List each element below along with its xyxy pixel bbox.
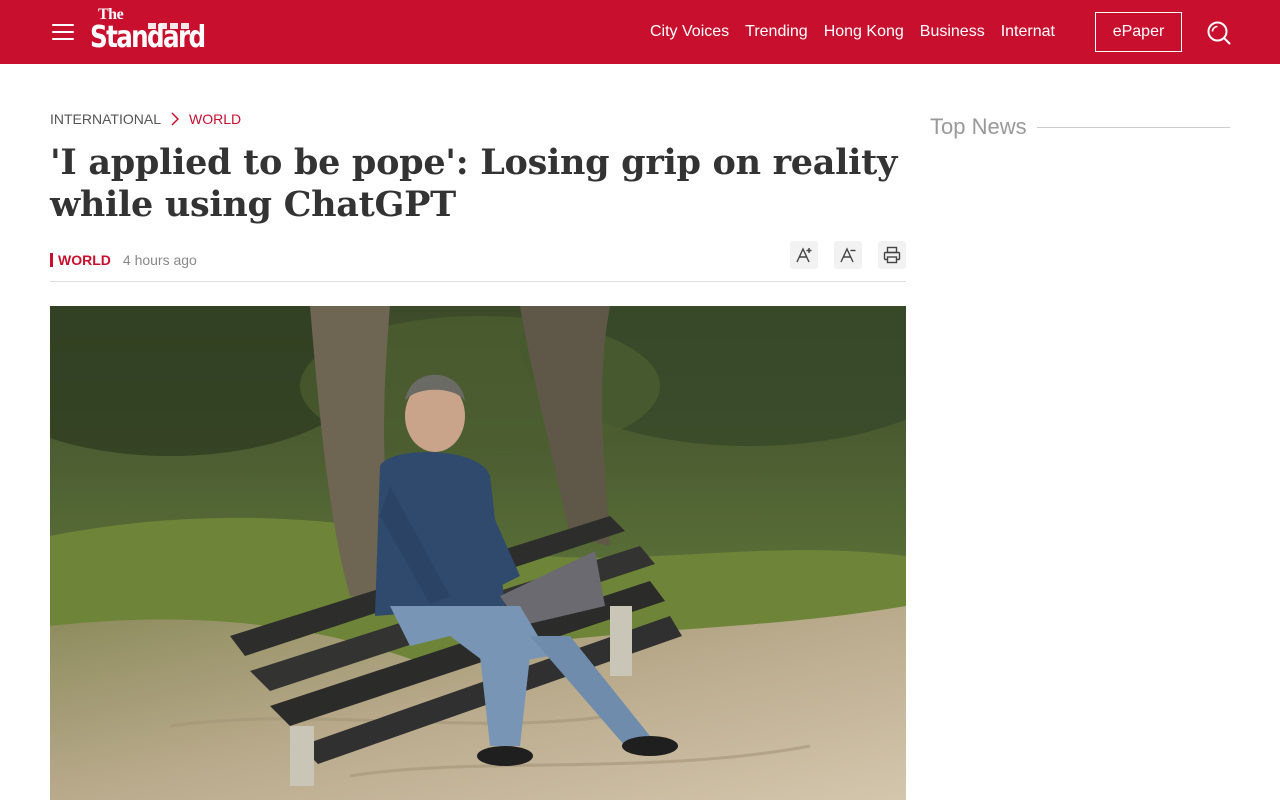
nav-item-trending[interactable]: Trending xyxy=(745,23,808,41)
nav-item-hong-kong[interactable]: Hong Kong xyxy=(824,23,904,41)
font-decrease-icon[interactable] xyxy=(834,241,862,269)
breadcrumb: INTERNATIONAL WORLD xyxy=(50,110,241,128)
site-logo[interactable]: The Standard xyxy=(90,6,206,58)
menu-icon[interactable] xyxy=(52,24,74,40)
article-meta: WORLD 4 hours ago xyxy=(50,250,197,270)
article-hero-image xyxy=(50,306,906,800)
logo-text-standard: Standard xyxy=(90,20,206,55)
print-icon[interactable] xyxy=(878,241,906,269)
breadcrumb-world[interactable]: WORLD xyxy=(189,111,241,127)
nav-item-business[interactable]: Business xyxy=(920,23,985,41)
search-icon[interactable] xyxy=(1206,20,1232,46)
article-tools xyxy=(790,241,906,269)
chevron-right-icon xyxy=(171,112,179,126)
nav-item-international[interactable]: Internat xyxy=(1001,23,1055,41)
epaper-button[interactable]: ePaper xyxy=(1095,12,1182,52)
article-timestamp: 4 hours ago xyxy=(122,252,197,268)
meta-divider xyxy=(50,281,906,282)
nav-item-city-voices[interactable]: City Voices xyxy=(650,23,729,41)
site-header: The Standard City Voices Trending Hong K… xyxy=(0,0,1280,64)
top-news-heading: Top News xyxy=(930,114,1230,140)
font-increase-icon[interactable] xyxy=(790,241,818,269)
top-news-label: Top News xyxy=(930,114,1027,139)
article-category[interactable]: WORLD xyxy=(50,253,111,267)
top-news-rule xyxy=(1036,126,1230,128)
breadcrumb-international[interactable]: INTERNATIONAL xyxy=(50,111,161,127)
main-nav: City Voices Trending Hong Kong Business … xyxy=(650,0,1071,64)
article-headline: 'I applied to be pope': Losing grip on r… xyxy=(50,142,897,225)
